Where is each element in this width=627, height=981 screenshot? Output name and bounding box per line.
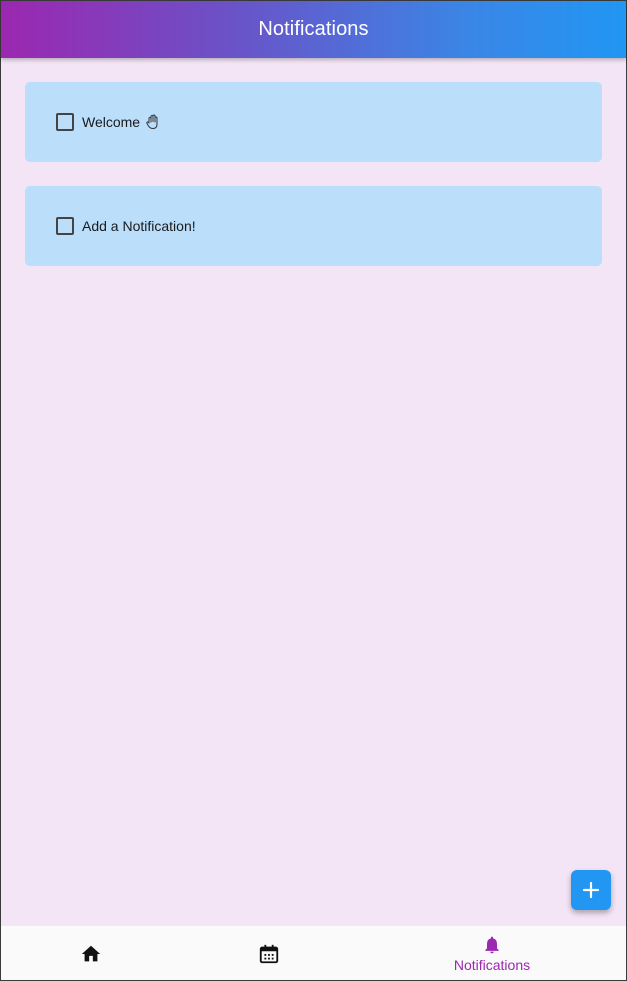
notification-card-add[interactable]: Add a Notification! bbox=[25, 186, 602, 266]
waving-hand-icon bbox=[146, 114, 160, 130]
calendar-icon bbox=[259, 944, 279, 963]
nav-item-notifications[interactable]: Notifications bbox=[412, 926, 572, 981]
page-title: Notifications bbox=[258, 18, 369, 40]
app-bar: Notifications bbox=[1, 1, 626, 58]
bottom-navigation: Notifications bbox=[1, 925, 626, 980]
notifications-list: Welcome Add a Notification! bbox=[1, 58, 626, 925]
add-notification-button[interactable] bbox=[571, 870, 611, 910]
notification-checkbox[interactable] bbox=[56, 217, 74, 235]
nav-label-notifications: Notifications bbox=[453, 956, 531, 973]
notification-label: Welcome bbox=[82, 114, 141, 130]
notification-label: Add a Notification! bbox=[82, 218, 196, 234]
bell-icon bbox=[485, 936, 499, 953]
notification-card-welcome[interactable]: Welcome bbox=[25, 82, 602, 162]
home-icon bbox=[81, 945, 101, 961]
notification-checkbox[interactable] bbox=[56, 113, 74, 131]
plus-icon bbox=[582, 881, 600, 899]
nav-item-home[interactable] bbox=[11, 926, 171, 981]
nav-item-calendar[interactable] bbox=[189, 926, 349, 981]
